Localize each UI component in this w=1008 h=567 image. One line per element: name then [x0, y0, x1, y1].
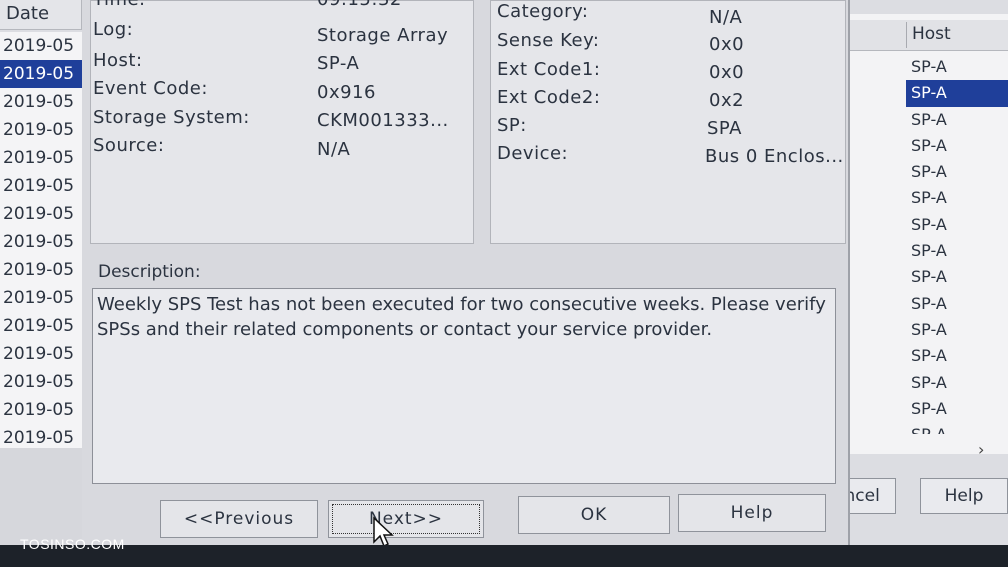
table-row[interactable]: SP-A: [906, 317, 1008, 343]
table-row-selected[interactable]: SP-A: [906, 80, 1008, 107]
ext-code2-label: Ext Code2:: [497, 87, 601, 108]
table-row-selected[interactable]: 2019-05: [0, 60, 82, 88]
host-column-header-bar: Host: [848, 20, 1008, 51]
list-help-button[interactable]: Help: [920, 478, 1008, 514]
column-header-date[interactable]: Date: [0, 0, 82, 30]
table-row[interactable]: SP-A: [906, 291, 1008, 317]
table-row[interactable]: 2019-05: [0, 228, 82, 256]
table-row[interactable]: 2019-05: [0, 32, 82, 60]
device-label: Device:: [497, 143, 569, 164]
table-row[interactable]: SP-A: [906, 159, 1008, 185]
table-row[interactable]: 2019-05: [0, 284, 82, 312]
host-label: Host:: [93, 50, 143, 71]
table-row[interactable]: 2019-05: [0, 340, 82, 368]
table-row[interactable]: 2019-05: [0, 424, 82, 448]
table-row[interactable]: SP-A: [906, 54, 1008, 80]
category-label: Category:: [497, 1, 589, 22]
table-row[interactable]: SP-A: [906, 343, 1008, 369]
storage-system-label: Storage System:: [93, 107, 250, 128]
table-row[interactable]: SP-A: [906, 396, 1008, 422]
host-column: SP-A SP-A SP-A SP-A SP-A SP-A SP-A SP-A …: [906, 54, 1008, 434]
table-row[interactable]: 2019-05: [0, 116, 82, 144]
device-value: Bus 0 Enclos...: [705, 146, 844, 167]
error-info-panel: Category: N/A Sense Key: 0x0 Ext Code1: …: [490, 0, 846, 244]
next-button[interactable]: Next>>: [328, 500, 484, 538]
storage-system-value: CKM001333...: [317, 110, 449, 131]
table-row[interactable]: 2019-05: [0, 88, 82, 116]
table-row[interactable]: 2019-05: [0, 368, 82, 396]
window-footer-left: [0, 448, 82, 545]
general-info-panel: Time: 09:15:32 Log: Storage Array Host: …: [90, 0, 474, 244]
help-button[interactable]: Help: [678, 494, 826, 532]
ok-button[interactable]: OK: [518, 496, 670, 534]
column-header-host[interactable]: Host: [912, 24, 951, 44]
table-row[interactable]: SP-A: [906, 370, 1008, 396]
category-value: N/A: [709, 7, 743, 28]
log-label: Log:: [93, 19, 134, 40]
table-row[interactable]: SP-A: [906, 133, 1008, 159]
table-row[interactable]: SP-A: [906, 107, 1008, 133]
table-row[interactable]: 2019-05: [0, 256, 82, 284]
time-label: Time:: [93, 0, 146, 10]
table-row[interactable]: 2019-05: [0, 396, 82, 424]
column-divider[interactable]: [906, 22, 907, 48]
sp-value: SPA: [707, 118, 742, 139]
log-value: Storage Array: [317, 25, 449, 46]
table-row[interactable]: SP-A: [906, 238, 1008, 264]
table-row[interactable]: SP-A: [906, 185, 1008, 211]
date-column: 2019-05 2019-05 2019-05 2019-05 2019-05 …: [0, 32, 82, 448]
previous-button[interactable]: <<Previous: [160, 500, 318, 538]
description-text[interactable]: Weekly SPS Test has not been executed fo…: [92, 288, 836, 484]
source-value: N/A: [317, 139, 351, 160]
table-row[interactable]: 2019-05: [0, 144, 82, 172]
sense-key-value: 0x0: [709, 34, 745, 55]
table-row[interactable]: 2019-05: [0, 172, 82, 200]
source-label: Source:: [93, 135, 165, 156]
sp-label: SP:: [497, 115, 527, 136]
host-value: SP-A: [317, 53, 360, 74]
ext-code1-label: Ext Code1:: [497, 59, 601, 80]
ext-code1-value: 0x0: [709, 62, 745, 83]
table-row[interactable]: SP-A: [906, 264, 1008, 290]
table-row[interactable]: SP-A: [906, 212, 1008, 238]
sense-key-label: Sense Key:: [497, 30, 600, 51]
watermark-text: TOSINSO.COM: [20, 536, 125, 552]
time-value: 09:15:32: [317, 0, 402, 10]
scroll-right-arrow-icon[interactable]: ›: [978, 440, 984, 459]
table-row[interactable]: SP-A: [906, 422, 1008, 434]
table-row[interactable]: 2019-05: [0, 200, 82, 228]
table-row[interactable]: 2019-05: [0, 312, 82, 340]
event-detail-dialog: Time: 09:15:32 Log: Storage Array Host: …: [82, 0, 850, 545]
taskbar: [0, 545, 1008, 567]
event-code-value: 0x916: [317, 82, 376, 103]
description-label: Description:: [98, 262, 201, 282]
event-code-label: Event Code:: [93, 78, 208, 99]
ext-code2-value: 0x2: [709, 90, 745, 111]
